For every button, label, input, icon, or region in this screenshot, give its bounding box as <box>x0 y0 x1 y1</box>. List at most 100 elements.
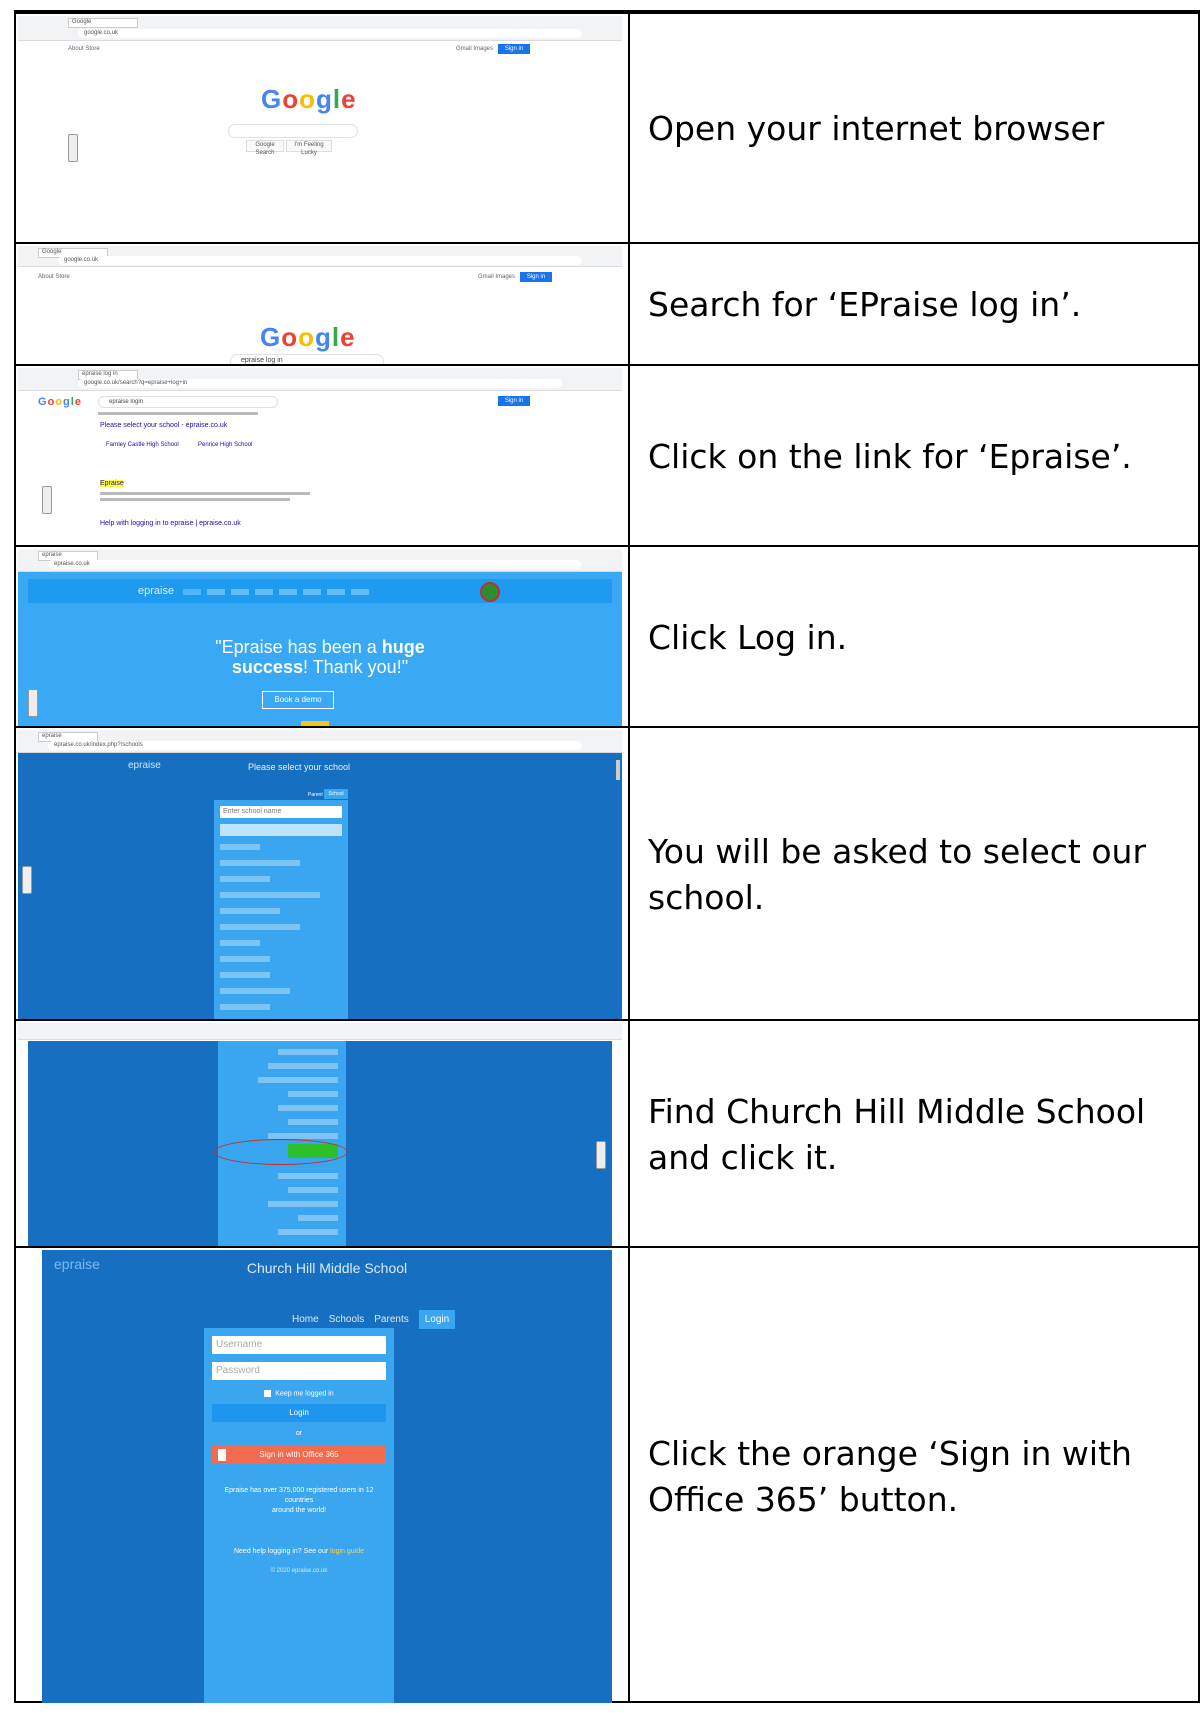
search-input[interactable]: epraise log in <box>230 354 384 364</box>
school-list-panel: Enter school name <box>214 800 348 1019</box>
nav-parents[interactable]: Parents <box>374 1314 408 1325</box>
school-list-item[interactable] <box>220 824 342 836</box>
school-list-screenshot <box>18 1023 622 1246</box>
address-bar[interactable]: epraise.co.uk <box>48 560 582 569</box>
epraise-home-screenshot: epraise epraise.co.uk epraise "Epraise h… <box>18 549 622 726</box>
school-list-item[interactable] <box>288 1091 338 1097</box>
gmail-link[interactable]: Gmail Images <box>456 46 493 52</box>
highlight-circle <box>214 1139 348 1165</box>
page-heading: Please select your school <box>248 762 351 772</box>
keep-logged-label: Keep me logged in <box>275 1390 334 1398</box>
office365-label: Sign in with Office 365 <box>259 1450 339 1459</box>
school-list-item[interactable] <box>220 940 260 946</box>
nav-item[interactable] <box>327 589 345 595</box>
school-list-item[interactable] <box>220 892 320 898</box>
school-list-item[interactable] <box>278 1173 338 1179</box>
result-snippet <box>100 498 290 501</box>
school-list-item[interactable] <box>298 1215 338 1221</box>
phone-icon <box>22 866 32 894</box>
steps-table: Google google.co.uk About Store Gmail Im… <box>14 10 1200 1703</box>
results-tabs[interactable] <box>98 412 258 415</box>
about-link[interactable]: About Store <box>38 274 70 280</box>
step-caption: Click on the link for ‘Epraise’. <box>648 436 1132 476</box>
book-demo-button[interactable]: Book a demo <box>262 691 334 709</box>
school-list-item[interactable] <box>278 1229 338 1235</box>
school-list-item[interactable] <box>258 1077 338 1083</box>
keep-logged-in[interactable]: Keep me logged in <box>204 1390 394 1397</box>
testimonial-quote: "Epraise has been a huge success! Thank … <box>215 637 425 677</box>
school-list-item[interactable] <box>278 1105 338 1111</box>
search-input[interactable] <box>228 124 358 138</box>
login-nav: Home Schools Parents Login <box>292 1310 456 1329</box>
result-title-epraise[interactable]: Epraise <box>100 480 124 487</box>
school-list-item[interactable] <box>220 972 270 978</box>
google-search-button[interactable]: Google Search <box>246 140 284 156</box>
school-list-item[interactable] <box>268 1063 338 1069</box>
nav-login[interactable]: Login <box>418 1310 456 1329</box>
step-row-1: Google google.co.uk About Store Gmail Im… <box>16 12 1198 242</box>
school-list-item[interactable] <box>220 988 290 994</box>
step-caption: Search for ‘EPraise log in’. <box>648 285 1082 324</box>
nav-schools[interactable]: Schools <box>329 1314 365 1325</box>
step-row-5: epraise epraise.co.uk/index.php?/schools… <box>16 726 1198 1019</box>
result-title[interactable]: Help with logging in to epraise | eprais… <box>100 520 241 527</box>
school-list-item[interactable] <box>220 876 270 882</box>
google-home-screenshot: Google google.co.uk About Store Gmail Im… <box>18 16 622 242</box>
google-logo: Google <box>260 322 356 352</box>
nav-item[interactable] <box>303 589 321 595</box>
sign-in-button[interactable]: Sign in <box>520 272 552 282</box>
school-list-item[interactable] <box>220 956 270 962</box>
sign-in-button[interactable]: Sign in <box>498 44 530 54</box>
school-list-item[interactable] <box>220 860 300 866</box>
nav-item[interactable] <box>255 589 273 595</box>
tab-school[interactable]: School <box>324 789 348 799</box>
nav-item[interactable] <box>351 589 369 595</box>
school-list-item[interactable] <box>220 924 300 930</box>
epraise-logo[interactable]: epraise <box>128 760 161 771</box>
address-bar[interactable]: google.co.uk <box>58 256 582 265</box>
sign-in-button[interactable]: Sign in <box>498 396 530 406</box>
phone-icon <box>596 1141 606 1169</box>
nav-item[interactable] <box>207 589 225 595</box>
scrollbar[interactable] <box>616 760 620 780</box>
school-list-item[interactable] <box>278 1049 338 1055</box>
google-results-screenshot: epraise log in google.co.uk/search?q=epr… <box>18 368 622 545</box>
school-list-item[interactable] <box>268 1201 338 1207</box>
school-search-input[interactable]: Enter school name <box>220 806 342 818</box>
login-icon[interactable] <box>480 582 500 602</box>
school-list-item[interactable] <box>220 1004 270 1010</box>
login-button[interactable]: Login <box>212 1404 386 1422</box>
nav-menu[interactable] <box>183 589 453 595</box>
sub-result[interactable]: Penrice High School <box>198 442 252 448</box>
browser-tab[interactable]: Google <box>68 18 138 28</box>
address-bar[interactable]: google.co.uk <box>78 29 582 38</box>
sub-result[interactable]: Farnley Castle High School <box>106 442 179 448</box>
about-link[interactable]: About Store <box>68 46 100 52</box>
office365-button[interactable]: Sign in with Office 365 <box>212 1446 386 1464</box>
browser-chrome: epraise epraise.co.uk/index.php?/schools <box>18 730 622 753</box>
address-bar[interactable]: google.co.uk/search?q=epraise+log+in <box>78 379 562 388</box>
step-row-2: Google google.co.uk About Store Gmail Im… <box>16 242 1198 364</box>
nav-item[interactable] <box>231 589 249 595</box>
address-bar[interactable]: epraise.co.uk/index.php?/schools <box>48 741 582 750</box>
google-typed-screenshot: Google google.co.uk About Store Gmail Im… <box>18 246 622 364</box>
search-input[interactable]: epraise login <box>98 396 278 408</box>
nav-item[interactable] <box>279 589 297 595</box>
school-list-item[interactable] <box>288 1119 338 1125</box>
username-field[interactable]: Username <box>212 1336 386 1354</box>
school-list-item[interactable] <box>220 844 260 850</box>
password-field[interactable]: Password <box>212 1362 386 1380</box>
phone-icon <box>28 689 38 717</box>
tab-parent[interactable]: Parent <box>308 792 323 798</box>
keep-logged-checkbox[interactable] <box>264 1390 272 1397</box>
result-title[interactable]: Please select your school - epraise.co.u… <box>100 422 227 429</box>
feeling-lucky-button[interactable]: I'm Feeling Lucky <box>286 140 332 156</box>
step-caption: You will be asked to select our school. <box>648 831 1147 917</box>
login-guide-link[interactable]: login guide <box>330 1548 364 1555</box>
epraise-logo[interactable]: epraise <box>138 585 174 597</box>
school-list-item[interactable] <box>220 908 280 914</box>
school-list-item[interactable] <box>288 1187 338 1193</box>
gmail-link[interactable]: Gmail Images <box>478 274 515 280</box>
nav-home[interactable]: Home <box>292 1314 319 1325</box>
nav-item[interactable] <box>183 589 201 595</box>
